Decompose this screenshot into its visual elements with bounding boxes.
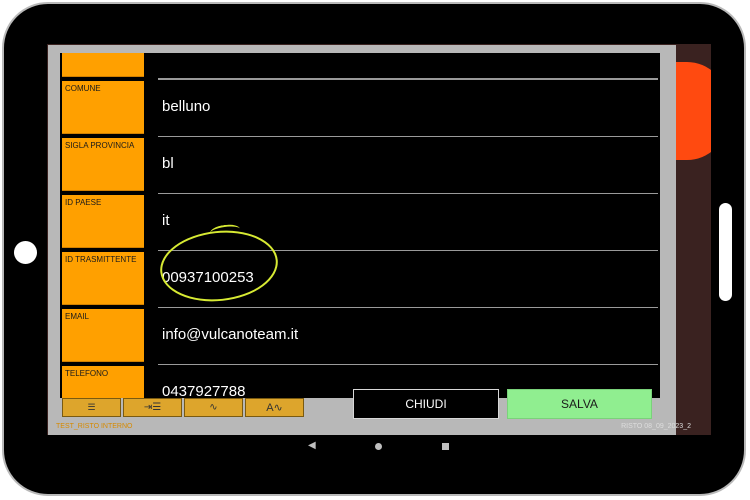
form-row-sigla-provincia: SIGLA PROVINCIA bl (60, 136, 660, 193)
field-label-box: TELEFONO (62, 366, 144, 398)
field-label-box (62, 53, 144, 77)
form-panel[interactable]: COMUNE belluno SIGLA PROVINCIA bl ID PAE… (60, 53, 660, 398)
field-label-comune: COMUNE (65, 84, 101, 93)
spellcheck-button[interactable]: A∿ (245, 398, 304, 417)
form-row-partial (60, 53, 660, 79)
field-label-box: EMAIL (62, 309, 144, 362)
indent-increase-button[interactable]: ⇥☰ (123, 398, 182, 417)
sigla-provincia-input[interactable]: bl (162, 155, 174, 172)
back-icon[interactable]: ◀ (308, 440, 316, 451)
comune-input[interactable]: belluno (162, 98, 210, 115)
field-divider (158, 136, 658, 137)
form-row-comune: COMUNE belluno (60, 79, 660, 136)
edit-dialog: COMUNE belluno SIGLA PROVINCIA bl ID PAE… (48, 45, 676, 436)
signature-small-icon: ∿ (209, 402, 218, 413)
field-label-box: SIGLA PROVINCIA (62, 138, 144, 191)
field-divider (158, 193, 658, 194)
android-nav-bar: ◀ (47, 435, 711, 460)
spellcheck-icon: A∿ (266, 402, 283, 414)
field-label-id-trasmittente: ID TRASMITTENTE (65, 255, 137, 264)
tablet-frame: COMUNE belluno SIGLA PROVINCIA bl ID PAE… (2, 2, 746, 496)
field-label-box: COMUNE (62, 81, 144, 134)
home-icon[interactable] (375, 443, 382, 450)
field-label-email: EMAIL (65, 312, 90, 321)
field-label-box: ID PAESE (62, 195, 144, 248)
form-row-id-paese: ID PAESE it (60, 193, 660, 250)
form-row-id-trasmittente: ID TRASMITTENTE 00937100253 (60, 250, 660, 307)
email-input[interactable]: info@vulcanoteam.it (162, 326, 298, 343)
field-label-box: ID TRASMITTENTE (62, 252, 144, 305)
footer-right-text: RISTO 08_09_2023_2 (621, 423, 691, 430)
tablet-side-button (719, 203, 732, 301)
field-label-sigla-provincia: SIGLA PROVINCIA (65, 141, 135, 150)
telefono-input[interactable]: 0437927788 (162, 383, 245, 398)
signature-small-button[interactable]: ∿ (184, 398, 243, 417)
field-divider (158, 307, 658, 308)
field-divider (158, 79, 658, 80)
id-paese-input[interactable]: it (162, 212, 170, 229)
tablet-home-button (14, 241, 37, 264)
field-label-id-paese: ID PAESE (65, 198, 102, 207)
field-label-telefono: TELEFONO (65, 369, 109, 378)
form-row-email: EMAIL info@vulcanoteam.it (60, 307, 660, 364)
footer-left-text: TEST_RISTO INTERNO (56, 423, 133, 430)
close-button[interactable]: CHIUDI (353, 389, 499, 419)
indent-increase-icon: ⇥☰ (143, 402, 162, 413)
recent-apps-icon[interactable] (442, 443, 449, 450)
field-divider (158, 364, 658, 365)
screen: COMUNE belluno SIGLA PROVINCIA bl ID PAE… (47, 44, 711, 460)
indent-decrease-button[interactable]: ☰ (62, 398, 121, 417)
indent-decrease-icon: ☰ (87, 402, 96, 412)
save-button[interactable]: SALVA (507, 389, 652, 419)
